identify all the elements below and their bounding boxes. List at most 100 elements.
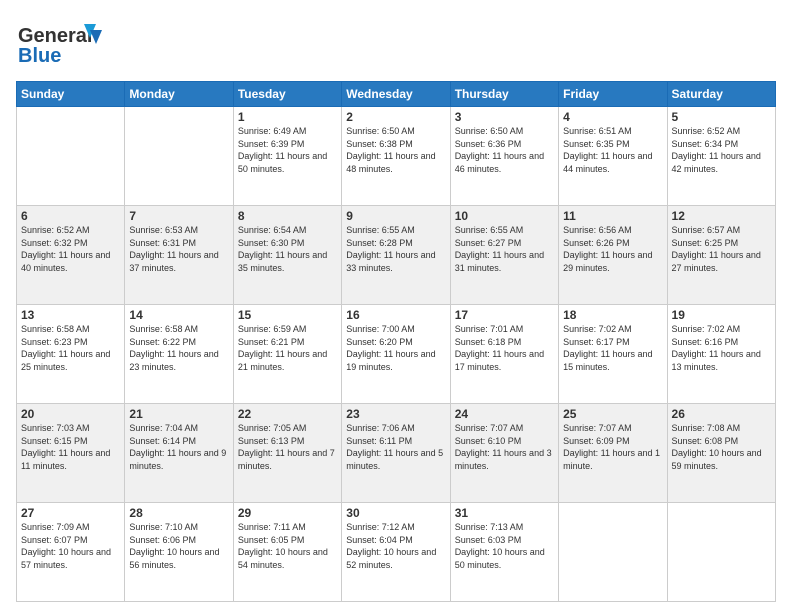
page: General Blue Sunday Monday Tuesday Wedne… — [0, 0, 792, 612]
day-info: Sunrise: 7:09 AM Sunset: 6:07 PM Dayligh… — [21, 521, 120, 571]
calendar-cell: 3Sunrise: 6:50 AM Sunset: 6:36 PM Daylig… — [450, 107, 558, 206]
col-monday: Monday — [125, 82, 233, 107]
calendar-cell: 24Sunrise: 7:07 AM Sunset: 6:10 PM Dayli… — [450, 404, 558, 503]
logo: General Blue — [16, 16, 126, 73]
day-number: 26 — [672, 407, 771, 421]
calendar-table: Sunday Monday Tuesday Wednesday Thursday… — [16, 81, 776, 602]
day-info: Sunrise: 6:56 AM Sunset: 6:26 PM Dayligh… — [563, 224, 662, 274]
day-info: Sunrise: 6:55 AM Sunset: 6:27 PM Dayligh… — [455, 224, 554, 274]
calendar-cell: 17Sunrise: 7:01 AM Sunset: 6:18 PM Dayli… — [450, 305, 558, 404]
day-info: Sunrise: 6:58 AM Sunset: 6:23 PM Dayligh… — [21, 323, 120, 373]
day-info: Sunrise: 6:54 AM Sunset: 6:30 PM Dayligh… — [238, 224, 337, 274]
day-number: 27 — [21, 506, 120, 520]
day-number: 13 — [21, 308, 120, 322]
day-info: Sunrise: 7:08 AM Sunset: 6:08 PM Dayligh… — [672, 422, 771, 472]
calendar-cell — [125, 107, 233, 206]
day-number: 31 — [455, 506, 554, 520]
calendar-cell — [17, 107, 125, 206]
day-info: Sunrise: 6:57 AM Sunset: 6:25 PM Dayligh… — [672, 224, 771, 274]
day-number: 2 — [346, 110, 445, 124]
calendar-cell: 30Sunrise: 7:12 AM Sunset: 6:04 PM Dayli… — [342, 503, 450, 602]
calendar-cell: 27Sunrise: 7:09 AM Sunset: 6:07 PM Dayli… — [17, 503, 125, 602]
day-number: 17 — [455, 308, 554, 322]
calendar-cell: 12Sunrise: 6:57 AM Sunset: 6:25 PM Dayli… — [667, 206, 775, 305]
calendar-cell: 15Sunrise: 6:59 AM Sunset: 6:21 PM Dayli… — [233, 305, 341, 404]
day-number: 8 — [238, 209, 337, 223]
day-info: Sunrise: 7:02 AM Sunset: 6:17 PM Dayligh… — [563, 323, 662, 373]
day-number: 19 — [672, 308, 771, 322]
day-info: Sunrise: 6:52 AM Sunset: 6:34 PM Dayligh… — [672, 125, 771, 175]
day-info: Sunrise: 6:55 AM Sunset: 6:28 PM Dayligh… — [346, 224, 445, 274]
day-number: 28 — [129, 506, 228, 520]
day-number: 18 — [563, 308, 662, 322]
calendar-cell: 10Sunrise: 6:55 AM Sunset: 6:27 PM Dayli… — [450, 206, 558, 305]
calendar-cell: 9Sunrise: 6:55 AM Sunset: 6:28 PM Daylig… — [342, 206, 450, 305]
day-info: Sunrise: 7:01 AM Sunset: 6:18 PM Dayligh… — [455, 323, 554, 373]
header: General Blue — [16, 16, 776, 73]
day-info: Sunrise: 7:03 AM Sunset: 6:15 PM Dayligh… — [21, 422, 120, 472]
day-info: Sunrise: 7:06 AM Sunset: 6:11 PM Dayligh… — [346, 422, 445, 472]
day-number: 22 — [238, 407, 337, 421]
day-number: 6 — [21, 209, 120, 223]
calendar-cell: 13Sunrise: 6:58 AM Sunset: 6:23 PM Dayli… — [17, 305, 125, 404]
calendar-cell: 22Sunrise: 7:05 AM Sunset: 6:13 PM Dayli… — [233, 404, 341, 503]
col-friday: Friday — [559, 82, 667, 107]
calendar-cell: 18Sunrise: 7:02 AM Sunset: 6:17 PM Dayli… — [559, 305, 667, 404]
calendar-week-row: 1Sunrise: 6:49 AM Sunset: 6:39 PM Daylig… — [17, 107, 776, 206]
col-tuesday: Tuesday — [233, 82, 341, 107]
calendar-week-row: 20Sunrise: 7:03 AM Sunset: 6:15 PM Dayli… — [17, 404, 776, 503]
calendar-cell: 5Sunrise: 6:52 AM Sunset: 6:34 PM Daylig… — [667, 107, 775, 206]
day-info: Sunrise: 7:05 AM Sunset: 6:13 PM Dayligh… — [238, 422, 337, 472]
col-wednesday: Wednesday — [342, 82, 450, 107]
calendar-cell: 6Sunrise: 6:52 AM Sunset: 6:32 PM Daylig… — [17, 206, 125, 305]
calendar-cell: 11Sunrise: 6:56 AM Sunset: 6:26 PM Dayli… — [559, 206, 667, 305]
col-sunday: Sunday — [17, 82, 125, 107]
logo-svg: General Blue — [16, 16, 126, 68]
day-info: Sunrise: 6:59 AM Sunset: 6:21 PM Dayligh… — [238, 323, 337, 373]
day-number: 11 — [563, 209, 662, 223]
calendar-cell: 4Sunrise: 6:51 AM Sunset: 6:35 PM Daylig… — [559, 107, 667, 206]
calendar-cell: 28Sunrise: 7:10 AM Sunset: 6:06 PM Dayli… — [125, 503, 233, 602]
day-number: 12 — [672, 209, 771, 223]
svg-text:Blue: Blue — [18, 45, 61, 67]
calendar-cell: 1Sunrise: 6:49 AM Sunset: 6:39 PM Daylig… — [233, 107, 341, 206]
day-number: 16 — [346, 308, 445, 322]
day-number: 5 — [672, 110, 771, 124]
day-number: 25 — [563, 407, 662, 421]
day-info: Sunrise: 6:53 AM Sunset: 6:31 PM Dayligh… — [129, 224, 228, 274]
day-number: 23 — [346, 407, 445, 421]
day-number: 1 — [238, 110, 337, 124]
day-info: Sunrise: 7:13 AM Sunset: 6:03 PM Dayligh… — [455, 521, 554, 571]
calendar-cell: 20Sunrise: 7:03 AM Sunset: 6:15 PM Dayli… — [17, 404, 125, 503]
day-number: 20 — [21, 407, 120, 421]
day-number: 4 — [563, 110, 662, 124]
calendar-cell: 19Sunrise: 7:02 AM Sunset: 6:16 PM Dayli… — [667, 305, 775, 404]
day-info: Sunrise: 6:51 AM Sunset: 6:35 PM Dayligh… — [563, 125, 662, 175]
day-number: 7 — [129, 209, 228, 223]
svg-text:General: General — [18, 25, 92, 47]
col-thursday: Thursday — [450, 82, 558, 107]
day-info: Sunrise: 7:02 AM Sunset: 6:16 PM Dayligh… — [672, 323, 771, 373]
day-info: Sunrise: 6:49 AM Sunset: 6:39 PM Dayligh… — [238, 125, 337, 175]
calendar-header-row: Sunday Monday Tuesday Wednesday Thursday… — [17, 82, 776, 107]
calendar-week-row: 13Sunrise: 6:58 AM Sunset: 6:23 PM Dayli… — [17, 305, 776, 404]
calendar-cell: 31Sunrise: 7:13 AM Sunset: 6:03 PM Dayli… — [450, 503, 558, 602]
day-number: 9 — [346, 209, 445, 223]
day-number: 29 — [238, 506, 337, 520]
day-number: 10 — [455, 209, 554, 223]
day-info: Sunrise: 7:07 AM Sunset: 6:09 PM Dayligh… — [563, 422, 662, 472]
calendar-week-row: 27Sunrise: 7:09 AM Sunset: 6:07 PM Dayli… — [17, 503, 776, 602]
day-info: Sunrise: 6:50 AM Sunset: 6:36 PM Dayligh… — [455, 125, 554, 175]
day-info: Sunrise: 7:11 AM Sunset: 6:05 PM Dayligh… — [238, 521, 337, 571]
calendar-cell: 29Sunrise: 7:11 AM Sunset: 6:05 PM Dayli… — [233, 503, 341, 602]
day-info: Sunrise: 7:10 AM Sunset: 6:06 PM Dayligh… — [129, 521, 228, 571]
day-number: 15 — [238, 308, 337, 322]
day-info: Sunrise: 6:52 AM Sunset: 6:32 PM Dayligh… — [21, 224, 120, 274]
calendar-cell: 16Sunrise: 7:00 AM Sunset: 6:20 PM Dayli… — [342, 305, 450, 404]
day-info: Sunrise: 6:50 AM Sunset: 6:38 PM Dayligh… — [346, 125, 445, 175]
calendar-week-row: 6Sunrise: 6:52 AM Sunset: 6:32 PM Daylig… — [17, 206, 776, 305]
calendar-cell: 8Sunrise: 6:54 AM Sunset: 6:30 PM Daylig… — [233, 206, 341, 305]
calendar-cell — [559, 503, 667, 602]
calendar-cell: 2Sunrise: 6:50 AM Sunset: 6:38 PM Daylig… — [342, 107, 450, 206]
day-number: 30 — [346, 506, 445, 520]
